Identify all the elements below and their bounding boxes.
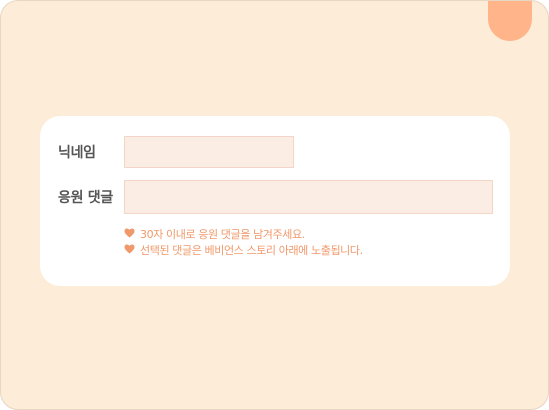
nickname-label: 닉네임 (58, 145, 96, 161)
form-card: 닉네임 응원 댓글 30자 이내로 응원 댓글을 남겨주세요. 선택된 댓글은 … (40, 116, 510, 286)
guide-note-text: 30자 이내로 응원 댓글을 남겨주세요. (140, 228, 305, 241)
comment-form-panel: 닉네임 응원 댓글 30자 이내로 응원 댓글을 남겨주세요. 선택된 댓글은 … (0, 0, 549, 410)
heart-icon (124, 228, 136, 240)
heart-icon (124, 244, 136, 256)
guide-note: 30자 이내로 응원 댓글을 남겨주세요. (124, 226, 363, 242)
comment-row: 응원 댓글 (58, 180, 493, 214)
comment-label: 응원 댓글 (58, 190, 113, 206)
comment-input[interactable] (124, 180, 493, 214)
guide-notes: 30자 이내로 응원 댓글을 남겨주세요. 선택된 댓글은 베비언스 스토리 아… (124, 226, 363, 258)
nickname-input[interactable] (124, 136, 294, 168)
corner-tab (488, 1, 532, 41)
guide-note-text: 선택된 댓글은 베비언스 스토리 아래에 노출됩니다. (140, 244, 363, 257)
nickname-row: 닉네임 (58, 136, 294, 168)
guide-note: 선택된 댓글은 베비언스 스토리 아래에 노출됩니다. (124, 242, 363, 258)
